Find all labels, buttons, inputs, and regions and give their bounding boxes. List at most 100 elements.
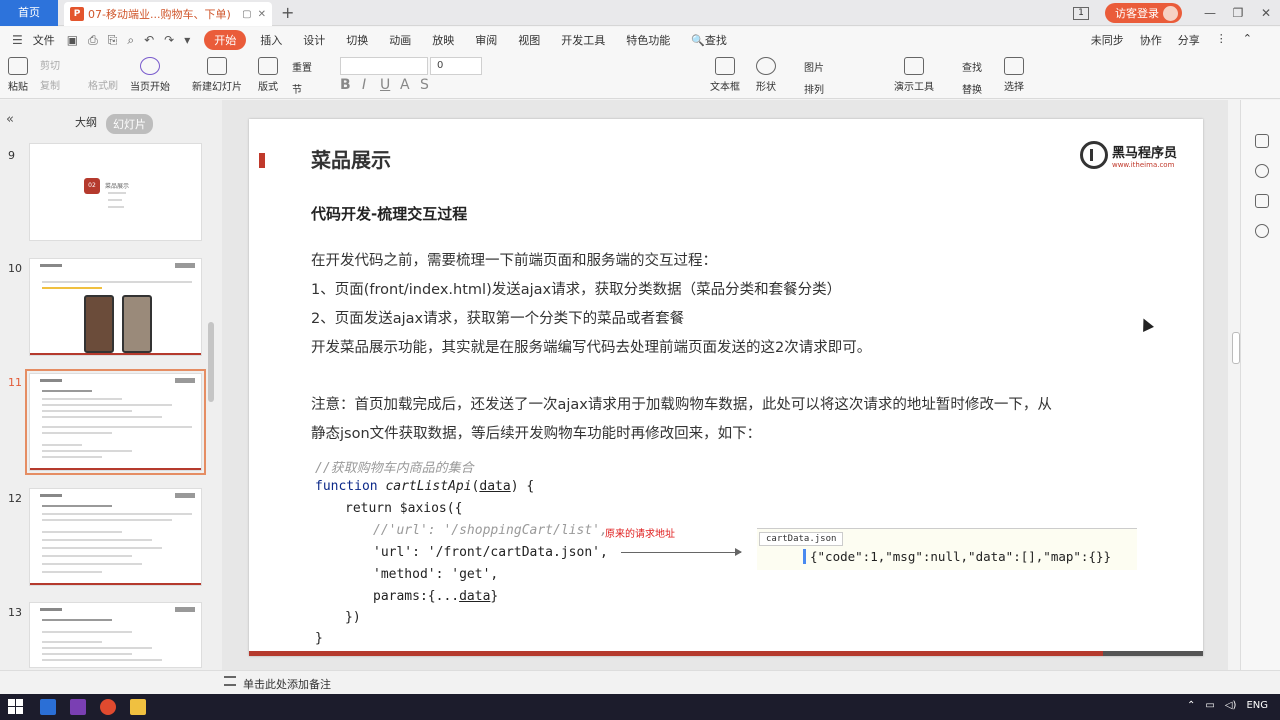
windows-start-icon[interactable]: [8, 699, 24, 715]
menu-transition[interactable]: 切换: [346, 32, 368, 48]
collapse-ribbon-icon[interactable]: ⌃: [1243, 32, 1252, 48]
properties-icon[interactable]: [1255, 134, 1269, 148]
save-icon[interactable]: ▣: [67, 33, 78, 47]
visitor-login-button[interactable]: 访客登录: [1105, 3, 1182, 23]
menu-insert[interactable]: 插入: [260, 32, 282, 48]
undo-icon[interactable]: ↶: [144, 33, 154, 47]
animation-icon[interactable]: [1255, 164, 1269, 178]
taskbar-app-icon[interactable]: [40, 699, 56, 715]
paragraph-note-1[interactable]: 注意：首页加载完成后，还发送了一次ajax请求用于加载购物车数据，此处可以将这次…: [311, 393, 1052, 414]
bold-icon[interactable]: B: [340, 77, 351, 93]
arrange-button[interactable]: 排列: [804, 81, 824, 96]
menu-review[interactable]: 审阅: [475, 32, 497, 48]
print-icon[interactable]: ⎘: [108, 33, 118, 48]
minimize-icon[interactable]: —: [1196, 6, 1224, 20]
notes-placeholder[interactable]: 单击此处添加备注: [243, 676, 331, 692]
slide-thumbnail-9[interactable]: 02 菜品展示: [29, 143, 202, 241]
code-close-axios[interactable]: }): [345, 610, 361, 625]
customize-icon[interactable]: ▾: [184, 33, 190, 47]
new-slide-button[interactable]: 新建幻灯片: [192, 57, 242, 93]
window-count-icon[interactable]: 1: [1073, 6, 1089, 20]
from-current-slide-button[interactable]: 当页开始: [130, 57, 170, 93]
close-icon[interactable]: ✕: [258, 9, 266, 20]
font-color-icon[interactable]: A: [400, 77, 410, 93]
menu-features[interactable]: 特色功能: [626, 32, 670, 48]
code-function-line[interactable]: function cartListApi(data) {: [315, 479, 534, 494]
menu-file[interactable]: 文件: [33, 32, 55, 48]
replace-button[interactable]: 替换: [962, 81, 982, 96]
menu-slideshow[interactable]: 放映: [432, 32, 454, 48]
slide-subtitle[interactable]: 代码开发-梳理交互过程: [311, 203, 467, 224]
format-painter-button[interactable]: 格式刷: [88, 77, 118, 92]
taskbar-ide-icon[interactable]: [70, 699, 86, 715]
present-tools-button[interactable]: 演示工具: [894, 57, 934, 93]
menu-developer[interactable]: 开发工具: [561, 32, 605, 48]
close-window-icon[interactable]: ✕: [1252, 6, 1280, 20]
layout-button[interactable]: 版式: [258, 57, 278, 93]
copy-icon[interactable]: [1255, 194, 1269, 208]
export-icon[interactable]: ⎙: [88, 33, 98, 48]
code-method-line[interactable]: 'method': 'get',: [373, 567, 498, 582]
menu-view[interactable]: 视图: [518, 32, 540, 48]
paragraph-step-1[interactable]: 1、页面(front/index.html)发送ajax请求，获取分类数据（菜品…: [311, 278, 841, 299]
slide-thumbnail-11[interactable]: [25, 369, 206, 475]
textbox-button[interactable]: 文本框: [710, 57, 740, 93]
more-icon[interactable]: ⋮: [1216, 32, 1227, 48]
code-params-line[interactable]: params:{...data}: [373, 589, 498, 604]
find-button[interactable]: 查找: [962, 59, 982, 74]
reset-button[interactable]: 重置: [292, 59, 312, 74]
font-family-select[interactable]: [340, 57, 428, 75]
slide-title[interactable]: 菜品展示: [311, 144, 391, 173]
section-button[interactable]: 节: [292, 81, 302, 96]
select-button[interactable]: 选择: [1004, 57, 1024, 93]
redo-icon[interactable]: ↷: [164, 33, 174, 47]
code-return-line[interactable]: return $axios({: [345, 501, 462, 516]
font-size-select[interactable]: 0: [430, 57, 482, 75]
paragraph-intro[interactable]: 在开发代码之前，需要梳理一下前端页面和服务端的交互过程：: [311, 249, 717, 270]
preview-icon[interactable]: ⌕: [127, 33, 134, 48]
paste-button[interactable]: 粘贴: [8, 57, 28, 93]
collapse-panel-icon[interactable]: «: [6, 112, 14, 127]
paragraph-step-2[interactable]: 2、页面发送ajax请求，获取第一个分类下的菜品或者套餐: [311, 307, 684, 328]
tab-slides[interactable]: 幻灯片: [106, 114, 153, 134]
code-comment[interactable]: //获取购物车内商品的集合: [315, 457, 474, 476]
paragraph-summary[interactable]: 开发菜品展示功能，其实就是在服务端编写代码去处理前端页面发送的这2次请求即可。: [311, 336, 871, 357]
code-url-line[interactable]: 'url': '/front/cartData.json',: [373, 545, 608, 560]
notes-bar[interactable]: 单击此处添加备注: [0, 670, 1280, 694]
current-slide[interactable]: 菜品展示 黑马程序员 www.itheima.com 代码开发-梳理交互过程 在…: [249, 119, 1203, 656]
new-tab-button[interactable]: +: [281, 3, 294, 22]
code-close-function[interactable]: }: [315, 631, 323, 646]
menu-animation[interactable]: 动画: [389, 32, 411, 48]
shape-button[interactable]: 形状: [756, 57, 776, 93]
chrome-icon[interactable]: [100, 699, 116, 715]
slide-thumbnail-10[interactable]: [29, 258, 202, 356]
strikethrough-icon[interactable]: S: [420, 77, 429, 93]
tab-outline[interactable]: 大纲: [75, 114, 97, 130]
cut-button[interactable]: 剪切: [40, 57, 60, 72]
slide-thumbnail-13[interactable]: [29, 602, 202, 668]
menu-home[interactable]: 开始: [204, 30, 247, 50]
hamburger-icon[interactable]: ☰: [12, 33, 23, 47]
slide-thumbnail-12[interactable]: [29, 488, 202, 586]
network-icon[interactable]: ▭: [1205, 700, 1214, 711]
sync-status[interactable]: 未同步: [1091, 32, 1124, 48]
underline-icon[interactable]: U: [380, 77, 390, 93]
copy-button[interactable]: 复制: [40, 77, 60, 92]
picture-button[interactable]: 图片: [804, 59, 824, 74]
paragraph-note-2[interactable]: 静态json文件获取数据，等后续开发购物车功能时再修改回来，如下：: [311, 422, 761, 443]
menu-design[interactable]: 设计: [303, 32, 325, 48]
share-button[interactable]: 分享: [1178, 32, 1200, 48]
code-old-url-line[interactable]: //'url': '/shoppingCart/list',: [373, 523, 608, 538]
volume-icon[interactable]: ◁): [1225, 700, 1237, 711]
window-icon[interactable]: ▢: [242, 9, 251, 20]
tray-chevron-icon[interactable]: ⌃: [1187, 700, 1195, 711]
panel-scrollbar[interactable]: [208, 322, 214, 402]
folder-icon[interactable]: [130, 699, 146, 715]
tab-home[interactable]: 首页: [0, 0, 58, 26]
tab-document[interactable]: P 07-移动端业...购物车、下单) ▢ ✕: [64, 2, 272, 26]
italic-icon[interactable]: I: [362, 77, 366, 93]
language-indicator[interactable]: ENG: [1246, 700, 1268, 711]
slide-scrollbar[interactable]: [1232, 332, 1240, 364]
help-icon[interactable]: [1255, 224, 1269, 238]
restore-icon[interactable]: ❐: [1224, 6, 1252, 20]
